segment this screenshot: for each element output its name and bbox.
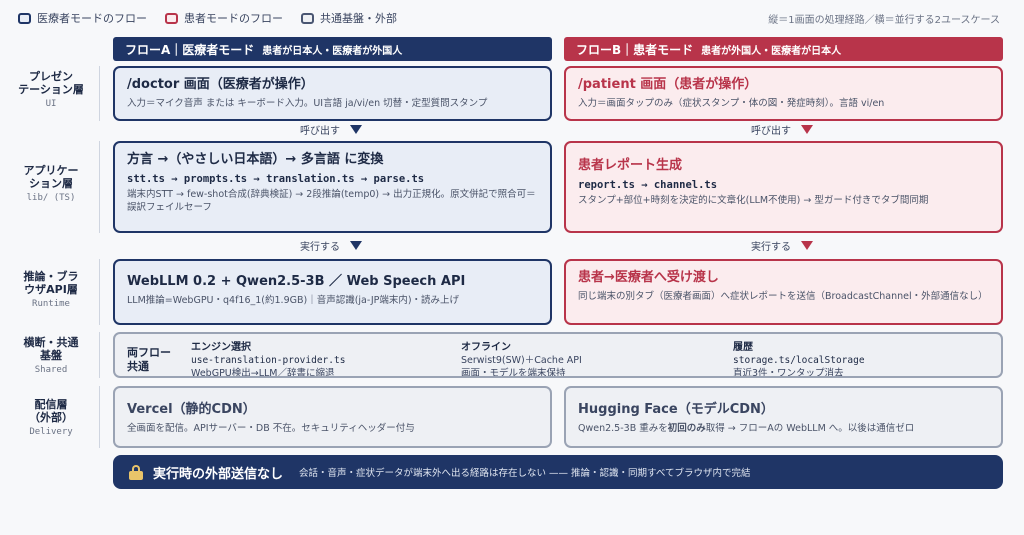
shared-title: 両フロー 共通 xyxy=(127,346,171,373)
huggingface-box: Hugging Face（モデルCDN） Qwen2.5-3B 重みを初回のみ取… xyxy=(564,386,1003,448)
layer-name: 横断・共通 基盤 xyxy=(23,336,79,362)
connector-exec-a: 実行する xyxy=(300,238,362,253)
flow-a-header: フローA｜医療者モード 患者が日本人・医療者が外国人 xyxy=(113,37,552,61)
flow-b-title: フローB｜患者モード xyxy=(576,42,694,57)
translation-pipeline-box: 方言 →（やさしい日本語）→ 多言語 に変換 stt.ts → prompts.… xyxy=(113,141,552,233)
connector-label: 実行する xyxy=(300,242,340,253)
layer-runtime: 推論・ブラ ウザAPI層 Runtime xyxy=(6,270,96,309)
doctor-screen-box: /doctor 画面（医療者が操作） 入力＝マイク音声 または キーボード入力。… xyxy=(113,66,552,121)
connector-label: 呼び出す xyxy=(751,126,791,137)
vercel-box: Vercel（静的CDN） 全画面を配信。APIサーバー・DB 不在。セキュリテ… xyxy=(113,386,552,448)
webllm-box: WebLLM 0.2 + Qwen2.5-3B ／ Web Speech API… xyxy=(113,259,552,325)
doctor-screen-desc: 入力＝マイク音声 または キーボード入力。UI言語 ja/vi/en 切替・定型… xyxy=(127,98,488,109)
flow-b-subtitle: 患者が外国人・医療者が日本人 xyxy=(701,45,842,57)
arrow-down-icon xyxy=(350,125,362,134)
shared-col-history: 履歴 storage.ts/localStorage 直近3件・ワンタップ消去 xyxy=(733,341,983,378)
connector-call-a: 呼び出す xyxy=(300,122,362,137)
translation-pipeline-desc: 端末内STT → few-shot合成(辞典検証) → 2段推論(temp0) … xyxy=(127,189,536,213)
patient-screen-desc: 入力＝画面タップのみ（症状スタンプ・体の図・発症時刻）。言語 vi/en xyxy=(578,98,885,109)
connector-label: 実行する xyxy=(751,242,791,253)
layer-sub: UI xyxy=(45,99,57,109)
layer-divider xyxy=(99,386,100,448)
patient-screen-box: /patient 画面（患者が操作） 入力＝画面タップのみ（症状スタンプ・体の図… xyxy=(564,66,1003,121)
connector-label: 呼び出す xyxy=(300,126,340,137)
layer-delivery: 配信層 （外部） Delivery xyxy=(6,398,96,437)
shared-col-offline: オフライン Serwist9(SW)＋Cache API 画面・モデルを端末保持 xyxy=(461,341,733,378)
banner-subtitle: 会話・音声・症状データが端末外へ出る経路は存在しない —— 推論・認識・同期すべ… xyxy=(299,468,751,479)
shared-col-head: オフライン xyxy=(461,342,511,353)
translation-pipeline-title: 方言 →（やさしい日本語）→ 多言語 に変換 xyxy=(127,152,384,167)
shared-col-head: 履歴 xyxy=(733,342,753,353)
connector-exec-b: 実行する xyxy=(751,238,813,253)
patient-report-box: 患者レポート生成 report.ts → channel.ts スタンプ+部位+… xyxy=(564,141,1003,233)
huggingface-desc-post: 取得 → フローAの WebLLM へ。以後は通信ゼロ xyxy=(705,423,915,434)
layer-presentation: プレゼン テーション層 UI xyxy=(6,70,96,109)
translation-pipeline-code: stt.ts → prompts.ts → translation.ts → p… xyxy=(127,173,425,185)
no-external-transmission-banner: 実行時の外部送信なし 会話・音声・症状データが端末外へ出る経路は存在しない ——… xyxy=(113,455,1003,489)
shared-col-desc: WebGPU検出→LLM／辞書に縮退 xyxy=(191,368,335,378)
legend-item-shared: 共通基盤・外部 xyxy=(301,10,397,26)
huggingface-desc-bold: 初回のみ xyxy=(667,423,706,434)
layer-divider xyxy=(99,66,100,121)
shared-col-head: エンジン選択 xyxy=(191,342,251,353)
flow-a-subtitle: 患者が日本人・医療者が外国人 xyxy=(262,45,403,57)
shared-col-code: storage.ts/localStorage xyxy=(733,355,865,366)
shared-col-code: use-translation-provider.ts xyxy=(191,355,346,366)
layer-sub: Delivery xyxy=(29,427,73,437)
layer-sub: lib/ (TS) xyxy=(26,193,76,203)
patient-report-title: 患者レポート生成 xyxy=(578,158,683,173)
arrow-down-icon xyxy=(801,125,813,134)
patient-report-desc: スタンプ+部位+時刻を決定的に文章化(LLM不使用) → 型ガード付きでタブ間同… xyxy=(578,195,929,206)
vercel-desc: 全画面を配信。APIサーバー・DB 不在。セキュリティヘッダー付与 xyxy=(127,423,415,434)
legend-swatch-patient xyxy=(165,12,178,24)
legend-label: 医療者モードのフロー xyxy=(37,12,147,25)
shared-col-desc: 画面・モデルを端末保持 xyxy=(461,368,566,378)
layer-name: プレゼン テーション層 xyxy=(18,70,84,96)
legend-item-doctor: 医療者モードのフロー xyxy=(18,10,147,26)
webllm-desc: LLM推論=WebGPU・q4f16_1(約1.9GB)｜音声認識(ja-JP端… xyxy=(127,295,460,306)
legend-label: 共通基盤・外部 xyxy=(320,12,397,25)
layer-shared: 横断・共通 基盤 Shared xyxy=(6,336,96,375)
flow-b-header: フローB｜患者モード 患者が外国人・医療者が日本人 xyxy=(564,37,1003,61)
lock-icon xyxy=(129,464,143,480)
layer-divider xyxy=(99,259,100,325)
huggingface-desc-pre: Qwen2.5-3B 重みを xyxy=(578,423,668,434)
legend-item-patient: 患者モードのフロー xyxy=(165,10,283,26)
patient-report-code: report.ts → channel.ts xyxy=(578,179,718,191)
diagram-note: 縦＝1画面の処理経路／横＝並行する2ユースケース xyxy=(768,15,1000,26)
handoff-box: 患者→医療者へ受け渡し 同じ端末の別タブ（医療者画面）へ症状レポートを送信（Br… xyxy=(564,259,1003,325)
shared-col-code: Serwist9(SW)＋Cache API xyxy=(461,355,582,366)
doctor-screen-title: /doctor 画面（医療者が操作） xyxy=(127,77,314,92)
legend-label: 患者モードのフロー xyxy=(184,12,283,25)
patient-screen-title: /patient 画面（患者が操作） xyxy=(578,77,758,92)
legend-swatch-doctor xyxy=(18,12,31,24)
connector-call-b: 呼び出す xyxy=(751,122,813,137)
layer-divider xyxy=(99,141,100,233)
layer-name: 配信層 （外部） xyxy=(29,398,73,424)
flow-a-title: フローA｜医療者モード xyxy=(125,42,255,57)
layer-name: アプリケー ション層 xyxy=(23,164,79,190)
arrow-down-icon xyxy=(801,241,813,250)
shared-foundation-box: 両フロー 共通 エンジン選択 use-translation-provider.… xyxy=(113,332,1003,378)
webllm-title: WebLLM 0.2 + Qwen2.5-3B ／ Web Speech API xyxy=(127,274,466,289)
huggingface-desc: Qwen2.5-3B 重みを初回のみ取得 → フローAの WebLLM へ。以後… xyxy=(578,422,989,435)
vercel-title: Vercel（静的CDN） xyxy=(127,402,256,417)
huggingface-title: Hugging Face（モデルCDN） xyxy=(578,402,774,417)
handoff-desc: 同じ端末の別タブ（医療者画面）へ症状レポートを送信（BroadcastChann… xyxy=(578,291,988,302)
layer-name: 推論・ブラ ウザAPI層 xyxy=(23,270,79,296)
layer-sub: Runtime xyxy=(32,299,70,309)
shared-col-engine: エンジン選択 use-translation-provider.ts WebGP… xyxy=(191,341,461,378)
arrow-down-icon xyxy=(350,241,362,250)
handoff-title: 患者→医療者へ受け渡し xyxy=(578,270,719,285)
shared-col-desc: 直近3件・ワンタップ消去 xyxy=(733,368,844,378)
legend-swatch-shared xyxy=(301,12,314,24)
layer-application: アプリケー ション層 lib/ (TS) xyxy=(6,164,96,203)
legend: 医療者モードのフロー 患者モードのフロー 共通基盤・外部 xyxy=(18,10,397,26)
layer-divider xyxy=(99,332,100,378)
banner-title: 実行時の外部送信なし xyxy=(153,466,284,482)
layer-sub: Shared xyxy=(34,365,68,375)
